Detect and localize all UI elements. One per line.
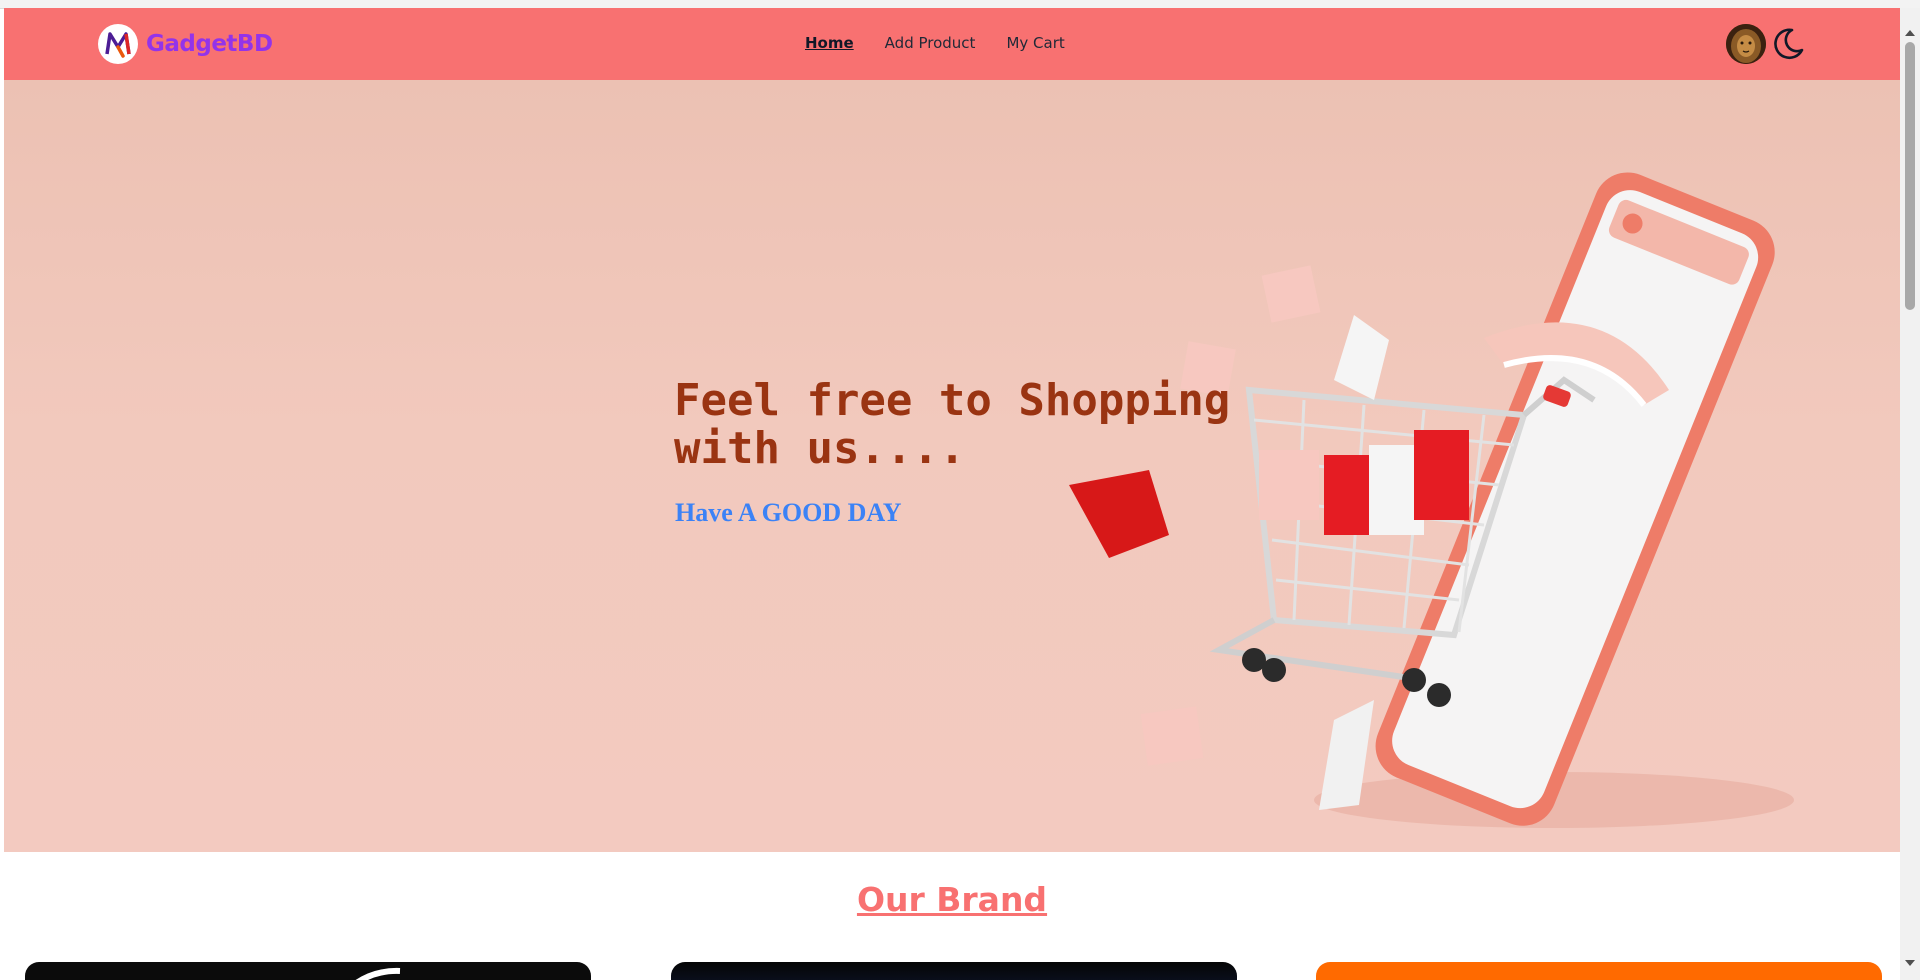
nav-link-my-cart[interactable]: My Cart (1006, 34, 1064, 52)
nav-link-home[interactable]: Home (805, 34, 854, 52)
our-brand-heading: Our Brand (856, 880, 1048, 919)
scroll-up-icon[interactable] (1905, 30, 1915, 36)
scrollbar[interactable] (1900, 8, 1920, 980)
nav-link-add-product[interactable]: Add Product (885, 34, 976, 52)
brand-card[interactable] (1316, 962, 1882, 980)
brand-card[interactable] (25, 962, 591, 980)
brand-name: GadgetBD (146, 31, 273, 57)
hero-subtitle: Have A GOOD DAY (675, 498, 902, 527)
navbar: GadgetBD Home Add Product My Cart (4, 8, 1900, 80)
brand-logo[interactable]: GadgetBD (98, 24, 273, 64)
hero-banner: Feel free to Shopping with us.... Have A… (4, 80, 1900, 852)
moon-icon[interactable] (1770, 26, 1806, 62)
scrollbar-thumb[interactable] (1905, 42, 1915, 310)
nav-links: Home Add Product My Cart (805, 34, 1065, 52)
logo-icon (98, 24, 138, 64)
scroll-down-icon[interactable] (1905, 960, 1915, 966)
user-avatar[interactable] (1726, 24, 1766, 64)
brand-card[interactable] (671, 962, 1237, 980)
page: GadgetBD Home Add Product My Cart Feel f… (4, 8, 1900, 980)
hero-title: Feel free to Shopping with us.... (674, 375, 1231, 474)
